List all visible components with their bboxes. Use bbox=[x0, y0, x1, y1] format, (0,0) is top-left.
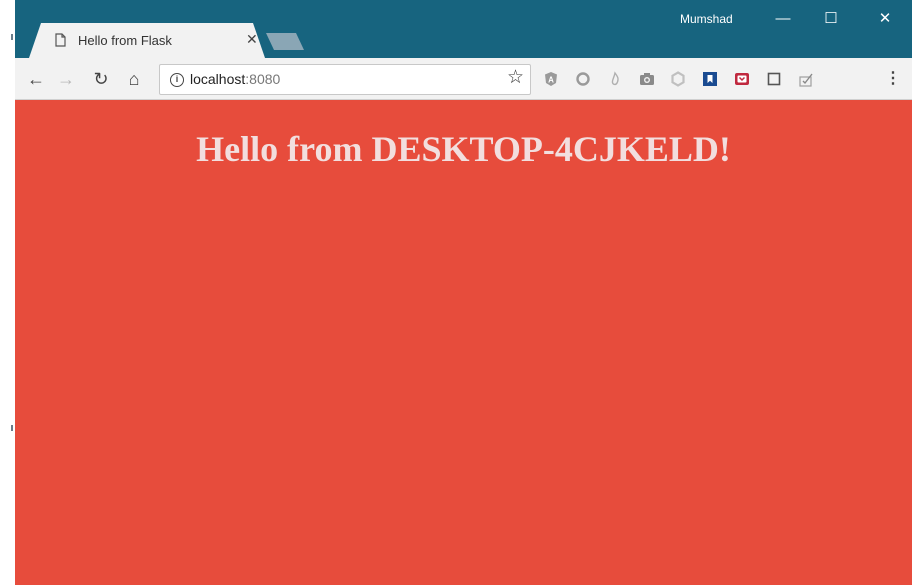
square-icon[interactable] bbox=[765, 70, 783, 88]
forward-arrow-icon[interactable]: → bbox=[55, 68, 77, 90]
desktop-edge bbox=[0, 0, 15, 585]
maximize-icon[interactable]: ☐ bbox=[816, 8, 846, 30]
browser-toolbar: ← → ↻ ⌂ i localhost:8080 ☆ A ⋮ bbox=[15, 58, 912, 100]
desktop-mark bbox=[11, 425, 13, 431]
browser-window: Hello from Flask ✕ Mumshad — ☐ ✕ ← → ↻ ⌂… bbox=[15, 0, 912, 585]
close-window-icon[interactable]: ✕ bbox=[870, 8, 900, 30]
flame-icon[interactable] bbox=[606, 70, 624, 88]
profile-button[interactable]: Mumshad bbox=[680, 12, 733, 26]
info-icon[interactable]: i bbox=[170, 73, 184, 87]
title-bar: Hello from Flask ✕ Mumshad — ☐ ✕ bbox=[15, 0, 912, 58]
more-menu-icon[interactable]: ⋮ bbox=[882, 68, 904, 90]
page-icon bbox=[55, 33, 66, 47]
checklist-icon[interactable] bbox=[797, 70, 815, 88]
tab-close-icon[interactable]: ✕ bbox=[246, 31, 258, 47]
url-text: localhost:8080 bbox=[190, 71, 280, 87]
home-icon[interactable]: ⌂ bbox=[123, 68, 145, 90]
tab-hello-from-flask[interactable]: Hello from Flask ✕ bbox=[29, 23, 265, 58]
new-tab-button[interactable] bbox=[266, 33, 304, 50]
page-heading: Hello from DESKTOP-4CJKELD! bbox=[196, 129, 731, 169]
svg-text:A: A bbox=[548, 76, 554, 85]
address-bar[interactable]: i localhost:8080 bbox=[159, 64, 531, 95]
angular-icon[interactable]: A bbox=[542, 70, 560, 88]
url-port: :8080 bbox=[245, 71, 281, 87]
circle-icon[interactable] bbox=[574, 70, 592, 88]
camera-icon[interactable] bbox=[638, 70, 656, 88]
desktop-mark bbox=[11, 34, 13, 40]
back-arrow-icon[interactable]: ← bbox=[25, 68, 47, 90]
reload-icon[interactable]: ↻ bbox=[90, 68, 112, 90]
bookmark-star-icon[interactable]: ☆ bbox=[507, 66, 524, 90]
bookmark-icon[interactable] bbox=[701, 70, 719, 88]
pocket-icon[interactable] bbox=[733, 70, 751, 88]
hexagon-icon[interactable] bbox=[669, 70, 687, 88]
url-host: localhost bbox=[190, 71, 246, 87]
tab-title: Hello from Flask bbox=[78, 33, 172, 48]
minimize-icon[interactable]: — bbox=[768, 8, 798, 30]
